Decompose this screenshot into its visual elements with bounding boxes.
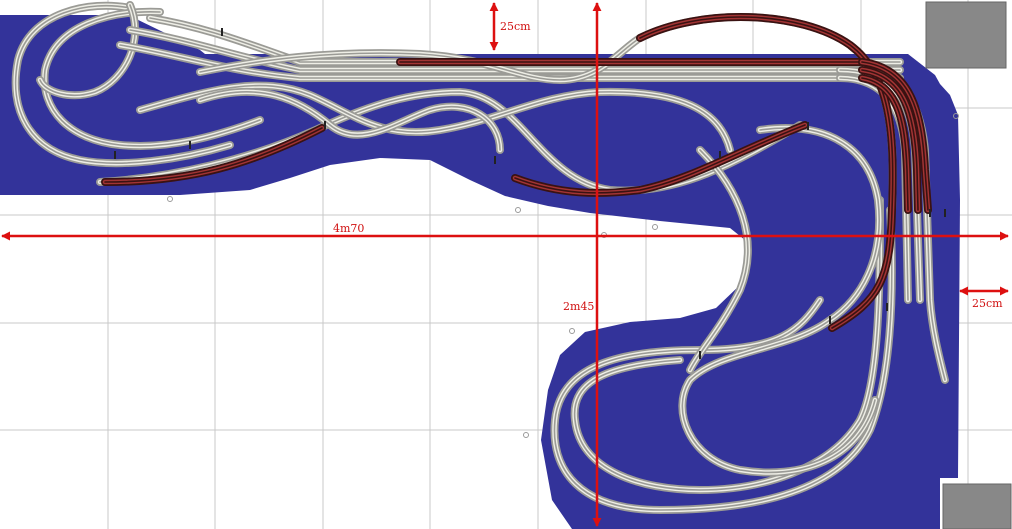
width-label: 4m70 <box>333 222 365 235</box>
layout-plan-canvas: 25cm 4m70 2m45 25cm <box>0 0 1012 529</box>
track-plan-drawing <box>0 0 1012 529</box>
baseboard <box>0 15 960 529</box>
height-label: 2m45 <box>563 300 595 313</box>
top-margin-label: 25cm <box>500 20 531 33</box>
corner-fixture-top-right <box>925 1 1007 69</box>
corner-fixture-bottom-right <box>942 483 1012 529</box>
right-margin-label: 25cm <box>972 297 1003 310</box>
